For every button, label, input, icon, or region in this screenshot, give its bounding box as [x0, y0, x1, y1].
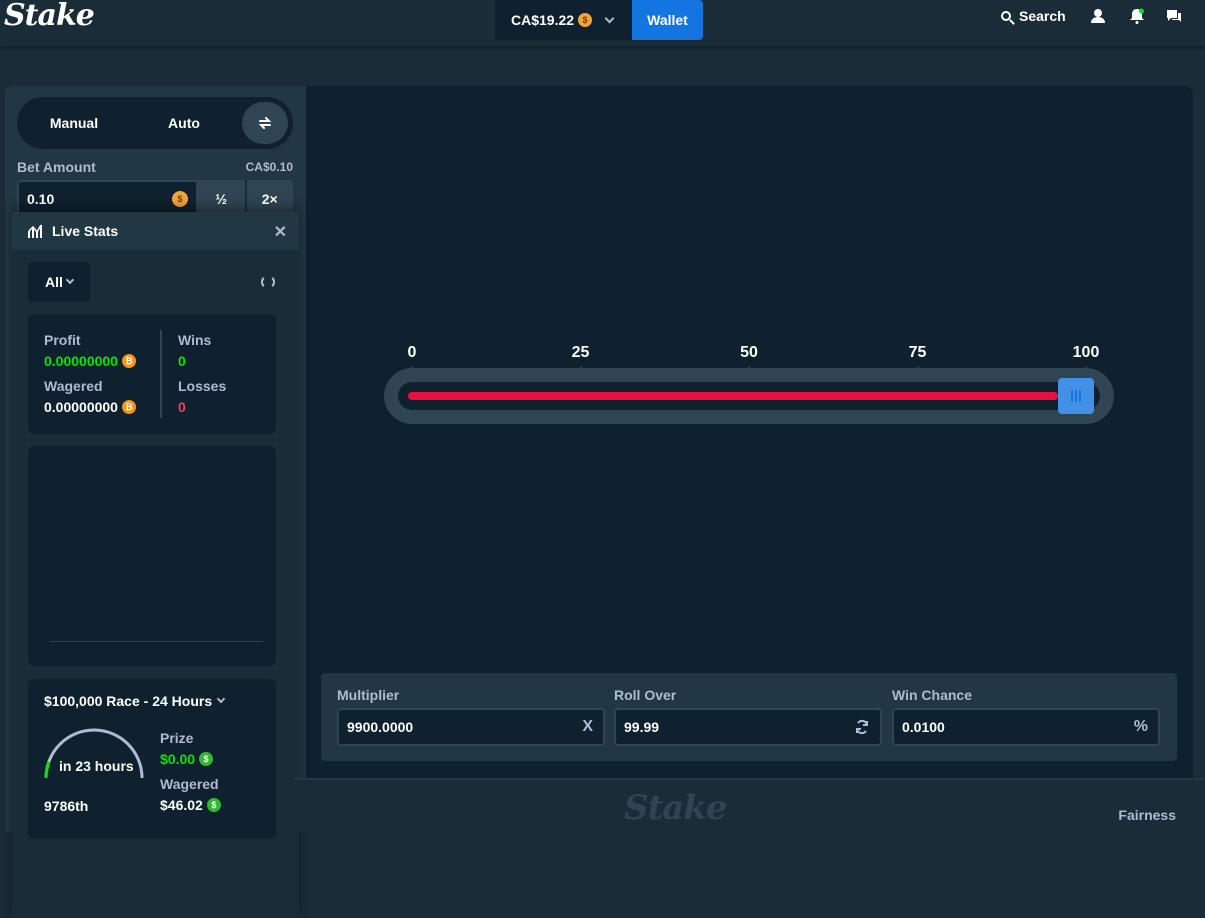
cad-coin-icon: $: [578, 13, 593, 27]
game-footer: Stake Fairness: [293, 778, 1205, 832]
slider-tick-label: 25: [571, 344, 590, 361]
wins-label: Wins: [178, 332, 212, 348]
live-stats-panel[interactable]: Live Stats ✕ All Profit 0.00000000 ₿ Wag…: [12, 212, 299, 918]
chevron-down-icon: [65, 275, 75, 285]
winchance-label: Win Chance: [892, 687, 972, 703]
close-icon[interactable]: ✕: [274, 222, 287, 242]
profit-amount: 0.00000000: [44, 353, 118, 369]
slider-handle[interactable]: [1057, 378, 1094, 414]
balance-amount: CA$19.22: [511, 12, 575, 28]
bet-amount-value: 0.10: [27, 191, 55, 207]
wagered-value: 0.00000000 ₿: [44, 399, 136, 415]
live-stats-title: Live Stats: [52, 223, 119, 239]
notification-bell-icon[interactable]: [1129, 8, 1145, 24]
race-time-gauge: [44, 728, 144, 779]
swap-roll-direction-icon[interactable]: [854, 719, 870, 735]
stake-logo[interactable]: Stake: [4, 0, 95, 33]
dice-game-area: 0 25 50 75 100 Multiplier 9900.0000 X Roll O…: [306, 86, 1193, 778]
bet-sidebar: Manual Auto Bet Amount CA$0.10 0.10 $ ½ …: [5, 86, 306, 918]
filter-value: All: [45, 274, 63, 290]
slider-tick-label: 50: [740, 344, 758, 361]
multiplier-value: 9900.0000: [347, 719, 414, 735]
stats-divider: [160, 330, 162, 418]
winchance-value: 0.0100: [902, 719, 945, 735]
swap-mode-button[interactable]: [242, 102, 288, 144]
slider-scale: 0 25 50 75 100: [306, 344, 1193, 372]
race-title: $100,000 Race - 24 Hours: [44, 693, 213, 709]
losses-value: 0: [178, 399, 186, 415]
tab-auto[interactable]: Auto: [129, 97, 239, 149]
btc-coin-icon: ₿: [121, 354, 136, 368]
rollover-label: Roll Over: [614, 687, 677, 703]
race-rank: 9786th: [44, 798, 89, 814]
slider-tick-label: 75: [908, 344, 927, 361]
multiplier-control: Multiplier 9900.0000 X: [337, 687, 605, 746]
profit-value: 0.00000000 ₿: [44, 353, 136, 369]
slider-track[interactable]: [398, 378, 1100, 414]
slider-lose-range: [408, 392, 1058, 400]
chevron-down-icon: [216, 694, 226, 704]
slider-tick-label: 0: [407, 344, 417, 361]
search-icon: [1001, 11, 1011, 21]
bet-mode-toggle: Manual Auto: [17, 97, 293, 149]
wallet-button[interactable]: Wallet: [632, 0, 703, 40]
chart-axis-line: [50, 641, 263, 642]
rollover-value: 99.99: [624, 719, 660, 735]
profit-label: Profit: [44, 332, 81, 348]
cad-coin-icon: $: [172, 191, 188, 207]
slider-tick-label: 100: [1072, 344, 1100, 361]
usd-coin-icon: $: [199, 752, 214, 766]
race-wagered-label: Wagered: [160, 776, 219, 792]
user-icon[interactable]: [1090, 8, 1106, 24]
bet-amount-fiat: CA$0.10: [245, 160, 293, 174]
wagered-label: Wagered: [44, 378, 103, 394]
btc-coin-icon: ₿: [121, 400, 136, 414]
race-wagered-amount: $46.02: [160, 797, 203, 813]
multiplier-input[interactable]: 9900.0000 X: [337, 708, 605, 746]
winchance-control: Win Chance 0.0100 %: [892, 687, 1160, 746]
balance-dropdown[interactable]: CA$19.22 $: [495, 0, 632, 40]
race-time-remaining: in 23 hours: [59, 758, 134, 774]
chart-icon: [28, 224, 42, 238]
roll-slider[interactable]: [384, 368, 1114, 424]
top-bar: Stake CA$19.22 $ Wallet Search: [0, 0, 1205, 46]
wins-value: 0: [178, 353, 186, 369]
wagered-amount: 0.00000000: [44, 399, 118, 415]
footer-stake-logo: Stake: [624, 788, 727, 828]
rollover-input[interactable]: 99.99: [614, 708, 882, 746]
stats-summary: Profit 0.00000000 ₿ Wagered 0.00000000 ₿…: [28, 314, 276, 434]
multiplier-x-icon: X: [582, 718, 593, 735]
race-wagered-value: $46.02 $: [160, 797, 221, 813]
profit-chart: [28, 446, 276, 666]
prize-label: Prize: [160, 730, 194, 746]
race-panel: $100,000 Race - 24 Hours in 23 hours 978…: [28, 679, 276, 839]
reset-stats-icon[interactable]: [261, 275, 275, 289]
chevron-down-icon: [604, 13, 615, 23]
losses-label: Losses: [178, 378, 227, 394]
percent-icon: %: [1133, 718, 1148, 735]
usd-coin-icon: $: [206, 798, 221, 812]
dice-controls: Multiplier 9900.0000 X Roll Over 99.99 W…: [321, 673, 1177, 761]
search-button[interactable]: Search: [1001, 8, 1066, 24]
stats-filter-dropdown[interactable]: All: [28, 262, 90, 302]
multiplier-label: Multiplier: [337, 687, 400, 703]
prize-value: $0.00 $: [160, 751, 214, 767]
winchance-input[interactable]: 0.0100 %: [892, 708, 1160, 746]
chat-icon[interactable]: [1166, 8, 1182, 24]
bet-amount-label: Bet Amount: [17, 159, 96, 175]
live-stats-header[interactable]: Live Stats ✕: [12, 212, 299, 250]
rollover-control: Roll Over 99.99: [614, 687, 882, 746]
fairness-link[interactable]: Fairness: [1118, 807, 1176, 823]
swap-arrows-icon: [258, 117, 272, 129]
tab-manual[interactable]: Manual: [17, 97, 131, 149]
search-label: Search: [1019, 8, 1066, 24]
race-title-dropdown[interactable]: $100,000 Race - 24 Hours: [44, 693, 226, 709]
prize-amount: $0.00: [160, 751, 196, 767]
